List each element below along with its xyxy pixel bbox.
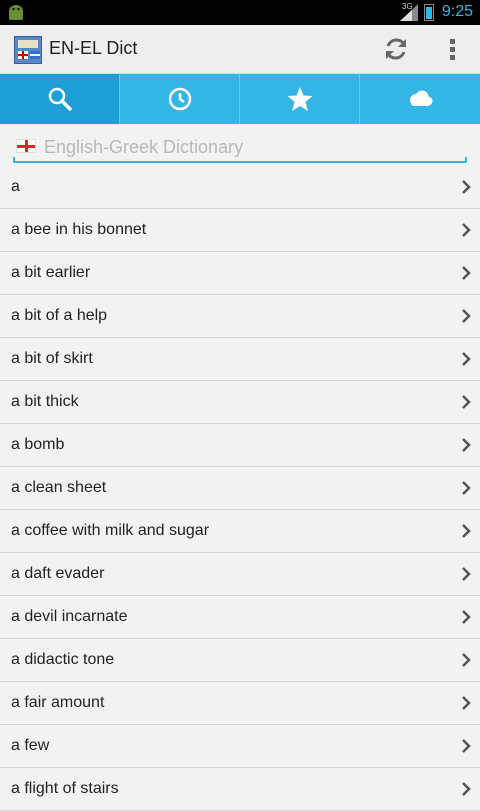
entry-label: a bit of a help [11, 307, 108, 324]
chevron-right-icon [462, 524, 471, 538]
app-icon[interactable] [14, 36, 42, 64]
chevron-right-icon [462, 180, 471, 194]
list-item[interactable]: a bit thick [0, 381, 480, 424]
list-item[interactable]: a flight of stairs [0, 768, 480, 811]
list-item[interactable]: a bee in his bonnet [0, 209, 480, 252]
chevron-right-icon [462, 739, 471, 753]
entry-label: a coffee with milk and sugar [11, 522, 210, 539]
refresh-icon [386, 38, 406, 60]
entry-label: a fair amount [11, 694, 105, 711]
chevron-right-icon [462, 352, 471, 366]
action-bar: EN-EL Dict [0, 25, 480, 74]
chevron-right-icon [462, 782, 471, 796]
battery-icon [424, 4, 434, 21]
clock-time: 9:25 [441, 3, 473, 20]
entry-label: a bit of skirt [11, 350, 93, 367]
search-input[interactable] [44, 135, 459, 159]
signal-icon [400, 4, 418, 21]
clock-icon [168, 87, 191, 111]
tab-bar [0, 74, 480, 124]
entry-label: a [11, 178, 20, 195]
list-item[interactable]: a few [0, 725, 480, 768]
tab-search[interactable] [0, 74, 119, 124]
entry-label: a few [11, 737, 50, 754]
chevron-right-icon [462, 395, 471, 409]
list-item[interactable]: a bit of a help [0, 295, 480, 338]
star-icon [287, 87, 312, 111]
chevron-right-icon [462, 653, 471, 667]
chevron-right-icon [462, 266, 471, 280]
list-item[interactable]: a bit of skirt [0, 338, 480, 381]
android-icon [9, 5, 23, 20]
entry-label: a bee in his bonnet [11, 221, 147, 238]
list-item[interactable]: a fair amount [0, 682, 480, 725]
list-item[interactable]: a coffee with milk and sugar [0, 510, 480, 553]
english-flag-icon[interactable] [16, 139, 36, 153]
search-icon [48, 87, 72, 111]
list-item[interactable]: a devil incarnate [0, 596, 480, 639]
chevron-right-icon [462, 481, 471, 495]
entry-label: a bomb [11, 436, 65, 453]
chevron-right-icon [462, 438, 471, 452]
list-item[interactable]: a bit earlier [0, 252, 480, 295]
tab-cloud[interactable] [360, 74, 479, 124]
entry-label: a devil incarnate [11, 608, 128, 625]
list-item[interactable]: a clean sheet [0, 467, 480, 510]
list-item[interactable]: a daft evader [0, 553, 480, 596]
list-item[interactable]: a bomb [0, 424, 480, 467]
entry-label: a clean sheet [11, 479, 107, 496]
chevron-right-icon [462, 567, 471, 581]
chevron-right-icon [462, 223, 471, 237]
chevron-right-icon [462, 696, 471, 710]
cloud-icon [409, 90, 432, 106]
list-item[interactable]: a [0, 166, 480, 209]
word-list: a a bee in his bonnet a bit earlier a bi… [0, 166, 480, 811]
list-item[interactable]: a didactic tone [0, 639, 480, 682]
search-field[interactable] [13, 133, 467, 163]
tab-history[interactable] [120, 74, 239, 124]
status-bar: 3G 9:25 [0, 0, 480, 25]
entry-label: a daft evader [11, 565, 105, 582]
entry-label: a didactic tone [11, 651, 115, 668]
overflow-menu-button[interactable] [424, 25, 480, 73]
app-title: EN-EL Dict [49, 38, 138, 58]
overflow-menu-icon [450, 39, 455, 60]
chevron-right-icon [462, 309, 471, 323]
tab-favorites[interactable] [240, 74, 359, 124]
refresh-button[interactable] [368, 25, 424, 73]
entry-label: a bit earlier [11, 264, 91, 281]
entry-label: a flight of stairs [11, 780, 119, 797]
chevron-right-icon [462, 610, 471, 624]
entry-label: a bit thick [11, 393, 79, 410]
